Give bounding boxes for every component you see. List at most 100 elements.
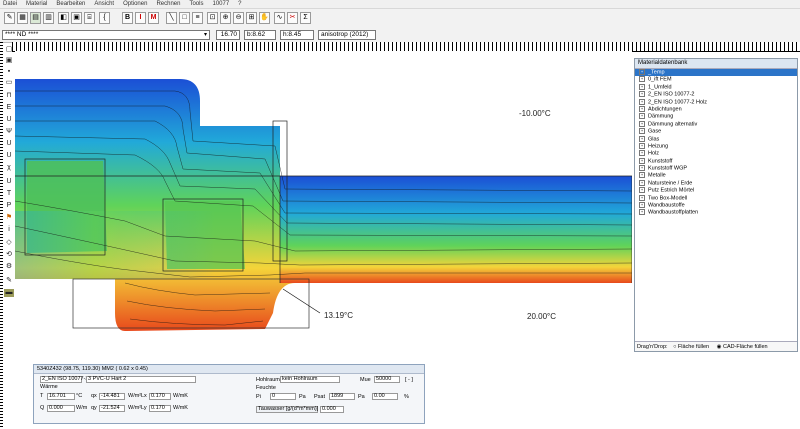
zoom-out-icon[interactable]: ⊖ bbox=[233, 12, 244, 24]
edit-icon[interactable]: ✎ bbox=[4, 277, 14, 285]
thermal-canvas[interactable]: -10.00°C 20.00°C 13.19°C bbox=[15, 51, 632, 361]
menu-datei[interactable]: Datei bbox=[3, 0, 17, 8]
rect-tool-icon[interactable]: □ bbox=[179, 12, 190, 24]
expand-icon[interactable]: + bbox=[639, 187, 645, 194]
curly-icon[interactable]: { bbox=[99, 12, 110, 24]
mode-field[interactable]: anisotrop (2012) bbox=[318, 30, 376, 40]
fill-icon[interactable]: ▬ bbox=[4, 289, 14, 297]
expand-icon[interactable]: + bbox=[639, 135, 645, 142]
save-icon[interactable]: ▪ bbox=[4, 68, 14, 76]
chi-icon[interactable]: χ bbox=[4, 164, 14, 172]
pen-icon[interactable]: ✎ bbox=[4, 12, 15, 24]
q-value[interactable]: 0.000 bbox=[47, 405, 75, 412]
menu-10077[interactable]: 10077 bbox=[212, 0, 229, 8]
hohlraum-select[interactable]: kein Hohlraum bbox=[280, 376, 340, 383]
lx-value[interactable]: 0.170 bbox=[149, 393, 171, 400]
expand-icon[interactable]: + bbox=[639, 202, 645, 209]
line-tool-icon[interactable]: ╲ bbox=[166, 12, 177, 24]
expand-icon[interactable]: + bbox=[639, 179, 645, 186]
expand-icon[interactable]: + bbox=[639, 172, 645, 179]
gear-icon[interactable]: ⚙ bbox=[4, 263, 14, 271]
u-value-icon[interactable]: U bbox=[4, 116, 14, 124]
menu-help[interactable]: ? bbox=[238, 0, 241, 8]
value-field[interactable]: 16.70 bbox=[216, 30, 240, 40]
eraser-icon[interactable]: ◇ bbox=[4, 239, 14, 247]
info-material-db[interactable]: 2_EN ISO 10077-2 bbox=[40, 376, 88, 383]
bars-icon[interactable]: ≡ bbox=[192, 12, 203, 24]
menu-optionen[interactable]: Optionen bbox=[123, 0, 147, 8]
material-item[interactable]: +0_ift FEM bbox=[635, 76, 797, 83]
menu-material[interactable]: Material bbox=[26, 0, 47, 8]
rotate-icon[interactable]: ⟲ bbox=[4, 251, 14, 259]
new-file-icon[interactable]: ▢ bbox=[4, 46, 14, 54]
expand-icon[interactable]: + bbox=[639, 83, 645, 90]
scissor-icon[interactable]: ✂ bbox=[287, 12, 298, 24]
text-e-icon[interactable]: E bbox=[4, 104, 14, 112]
material-select[interactable]: **** ND **** ▾ bbox=[2, 30, 210, 40]
expand-icon[interactable]: + bbox=[639, 194, 645, 201]
psi-icon[interactable]: Ψ bbox=[4, 128, 14, 136]
expand-icon[interactable]: + bbox=[639, 105, 645, 112]
pi-value[interactable]: 0 bbox=[270, 393, 296, 400]
material-item[interactable]: + Holz bbox=[635, 150, 797, 157]
select-icon[interactable]: ▣ bbox=[71, 12, 82, 24]
expand-icon[interactable]: + bbox=[639, 209, 645, 216]
material-item[interactable]: + Dämmung alternativ bbox=[635, 120, 797, 128]
expand-icon[interactable]: + bbox=[639, 165, 645, 172]
curve-icon[interactable]: ∿ bbox=[274, 12, 285, 24]
p-icon[interactable]: P bbox=[4, 202, 14, 210]
expand-icon[interactable]: + bbox=[639, 120, 645, 127]
info-material-name[interactable]: 3 PVC-U Hart 2 bbox=[86, 376, 196, 383]
mue-value[interactable]: 50000 bbox=[374, 376, 400, 383]
phi-value[interactable]: 0.00 bbox=[372, 393, 398, 400]
b-field[interactable]: b:8.62 bbox=[244, 30, 276, 40]
material-item[interactable]: + Natursteine / Erde bbox=[635, 179, 797, 187]
info-icon[interactable]: i bbox=[4, 226, 14, 234]
radio-fill-area[interactable]: ○ Fläche füllen bbox=[673, 344, 709, 350]
t-value[interactable]: 16.701 bbox=[47, 393, 75, 400]
expand-icon[interactable]: + bbox=[639, 69, 645, 75]
zoom-fit-icon[interactable]: ⊡ bbox=[207, 12, 218, 24]
layers-icon[interactable]: ▤ bbox=[30, 12, 41, 24]
menu-tools[interactable]: Tools bbox=[189, 0, 203, 8]
material-item[interactable]: + _Temp bbox=[635, 69, 797, 77]
expand-icon[interactable]: + bbox=[639, 142, 645, 149]
flag-icon[interactable]: ⚑ bbox=[4, 214, 14, 222]
material-item[interactable]: + Wandbaustoffe bbox=[635, 202, 797, 209]
material-item[interactable]: + Abdichtungen bbox=[635, 105, 797, 113]
expand-icon[interactable]: + bbox=[639, 128, 645, 135]
fence-icon[interactable]: ⌸ bbox=[84, 12, 95, 24]
text-i-icon[interactable]: I bbox=[135, 12, 146, 24]
material-item[interactable]: +2_EN ISO 10077-2 bbox=[635, 91, 797, 98]
material-item[interactable]: + Gase bbox=[635, 128, 797, 135]
expand-icon[interactable]: + bbox=[639, 76, 645, 83]
text-m-icon[interactable]: M bbox=[148, 12, 159, 24]
h-field[interactable]: h:8.45 bbox=[280, 30, 314, 40]
menu-rechnen[interactable]: Rechnen bbox=[156, 0, 180, 8]
sigma-icon[interactable]: Σ bbox=[300, 12, 311, 24]
expand-icon[interactable]: + bbox=[639, 150, 645, 157]
print-icon[interactable]: ▭ bbox=[4, 79, 14, 87]
psat-value[interactable]: 1899 bbox=[329, 393, 355, 400]
material-item[interactable]: + Metalle bbox=[635, 172, 797, 179]
material-item[interactable]: + Two Box-Modell bbox=[635, 194, 797, 202]
t-icon[interactable]: T bbox=[4, 190, 14, 198]
open-file-icon[interactable]: ▣ bbox=[4, 57, 14, 65]
bold-b-icon[interactable]: B bbox=[122, 12, 133, 24]
material-item[interactable]: + Kunststoff WGP bbox=[635, 165, 797, 172]
material-item[interactable]: + Dämmung bbox=[635, 113, 797, 120]
expand-icon[interactable]: + bbox=[639, 113, 645, 120]
ly-value[interactable]: 0.170 bbox=[149, 405, 171, 412]
ul-icon[interactable]: U bbox=[4, 140, 14, 148]
material-item[interactable]: +1_Umfeld bbox=[635, 83, 797, 91]
menu-ansicht[interactable]: Ansicht bbox=[94, 0, 114, 8]
expand-icon[interactable]: + bbox=[639, 91, 645, 98]
table-icon[interactable]: ▥ bbox=[43, 12, 54, 24]
expand-icon[interactable]: + bbox=[639, 157, 645, 164]
zoom-window-icon[interactable]: ⊞ bbox=[246, 12, 257, 24]
pan-hand-icon[interactable]: ✋ bbox=[259, 12, 270, 24]
qy-value[interactable]: -21.524 bbox=[99, 405, 125, 412]
material-item[interactable]: + Wandbaustoffplatten bbox=[635, 209, 797, 216]
material-item[interactable]: + Kunststoff bbox=[635, 157, 797, 165]
tauwasser-value[interactable]: 0.000 bbox=[320, 406, 344, 413]
